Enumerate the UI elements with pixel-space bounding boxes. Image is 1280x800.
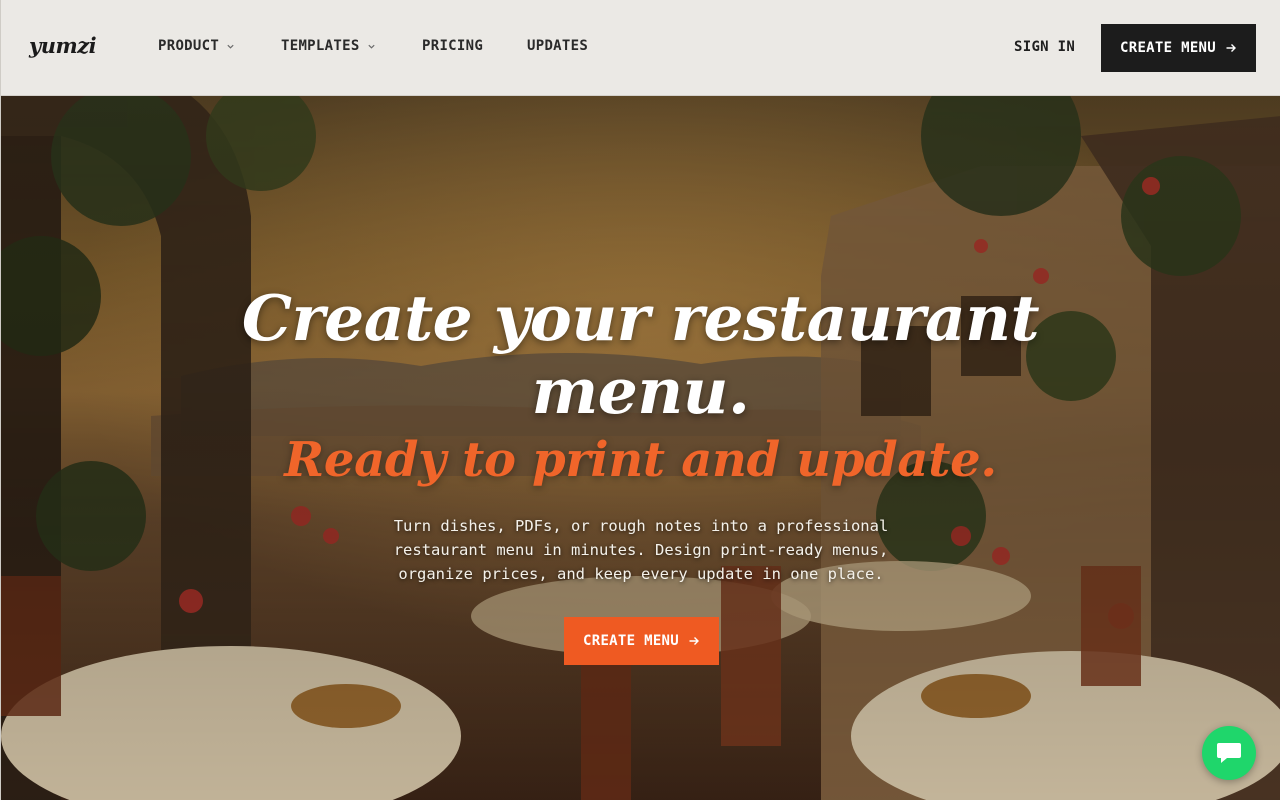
hero-description-line-3: organize prices, and keep every update i… bbox=[398, 565, 884, 583]
hero-title-line-2: menu. bbox=[531, 354, 750, 428]
hero-description: Turn dishes, PDFs, or rough notes into a… bbox=[361, 514, 921, 586]
create-menu-button[interactable]: CREATE MENU bbox=[1101, 24, 1256, 72]
logo[interactable]: yumzi bbox=[29, 33, 97, 58]
hero-description-line-1: Turn dishes, PDFs, or rough notes into a… bbox=[393, 517, 889, 535]
hero-title-line-1: Create your restaurant bbox=[241, 281, 1040, 355]
nav-updates[interactable]: UPDATES bbox=[527, 38, 588, 54]
site-header: yumzi PRODUCT TEMPLATES PRICING UPDATES … bbox=[0, 0, 1280, 96]
sign-in-link[interactable]: SIGN IN bbox=[1014, 39, 1075, 55]
arrow-right-icon bbox=[689, 637, 700, 645]
hero-create-menu-label: CREATE MENU bbox=[582, 633, 680, 649]
chevron-down-icon bbox=[367, 44, 375, 49]
nav-templates-label: TEMPLATES bbox=[281, 38, 360, 54]
nav-templates[interactable]: TEMPLATES bbox=[281, 38, 376, 54]
nav-product-label: PRODUCT bbox=[158, 38, 220, 54]
chat-icon bbox=[1217, 743, 1241, 763]
hero-section: Create your restaurant menu. Ready to pr… bbox=[0, 96, 1280, 800]
nav-updates-label: UPDATES bbox=[527, 38, 589, 54]
create-menu-label: CREATE MENU bbox=[1119, 40, 1217, 56]
nav-product[interactable]: PRODUCT bbox=[158, 38, 235, 54]
chat-widget-button[interactable] bbox=[1202, 726, 1256, 780]
hero-create-menu-button[interactable]: CREATE MENU bbox=[564, 617, 719, 665]
hero-subtitle: Ready to print and update. bbox=[284, 432, 997, 488]
chevron-down-icon bbox=[227, 44, 234, 49]
nav-pricing-label: PRICING bbox=[422, 38, 484, 54]
arrow-right-icon bbox=[1226, 44, 1237, 52]
nav-pricing[interactable]: PRICING bbox=[422, 38, 483, 54]
hero-title: Create your restaurant menu. bbox=[1, 282, 1280, 428]
hero-description-line-2: restaurant menu in minutes. Design print… bbox=[393, 541, 889, 559]
